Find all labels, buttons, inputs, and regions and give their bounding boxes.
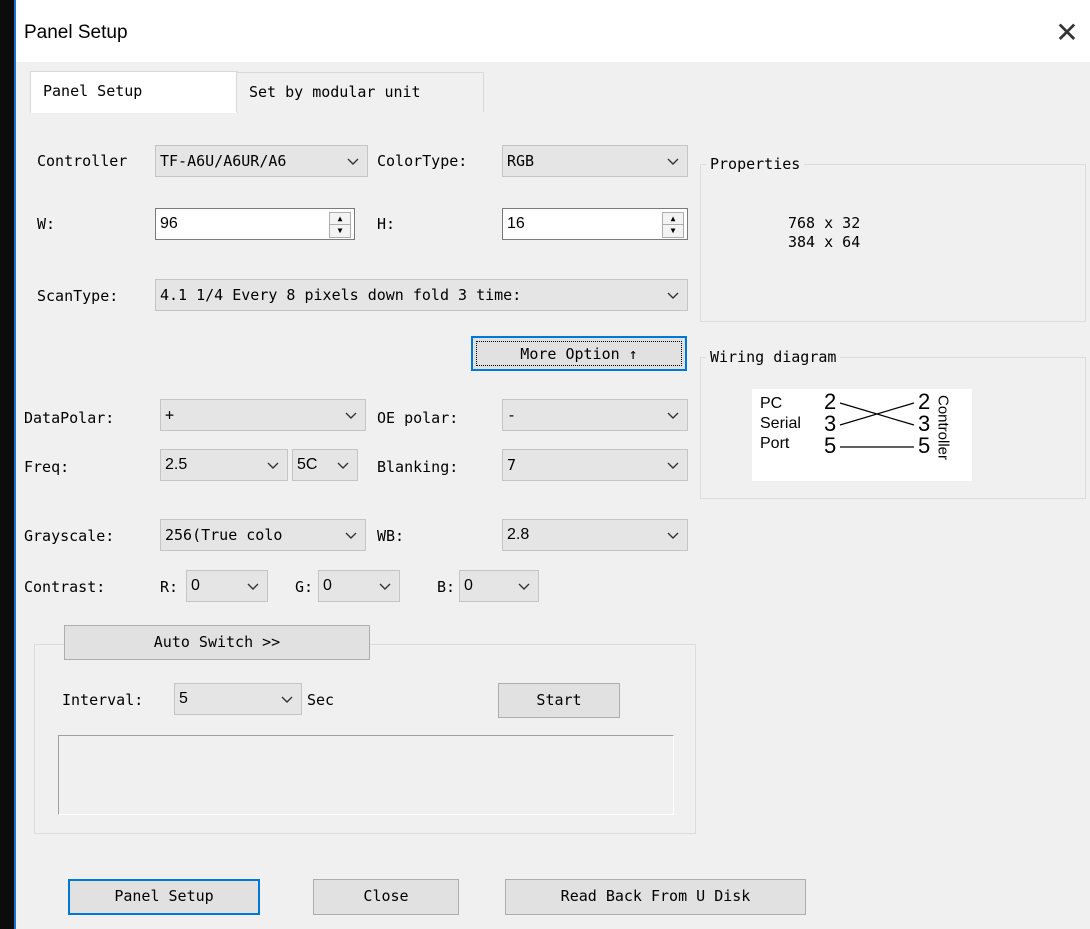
auto-switch-button[interactable]: Auto Switch >> <box>64 625 370 660</box>
spin-up-icon[interactable]: ▲ <box>330 213 350 225</box>
oe-polar-value: - <box>507 406 517 424</box>
blanking-value: 7 <box>507 456 517 474</box>
contrast-g-select[interactable]: 0 <box>318 570 400 602</box>
close-button[interactable]: Close <box>313 879 459 915</box>
contrast-r-value: 0 <box>191 577 200 594</box>
interval-select[interactable]: 5 <box>174 683 302 715</box>
scan-type-label: ScanType: <box>37 287 119 305</box>
chevron-down-icon <box>665 284 683 306</box>
tab-panel-setup[interactable]: Panel Setup <box>30 71 238 113</box>
properties-line: 768 x 32 <box>788 214 861 232</box>
spinner-buttons[interactable]: ▲ ▼ <box>329 212 351 238</box>
chevron-down-icon <box>245 575 263 597</box>
data-polar-label: DataPolar: <box>24 409 115 427</box>
height-label: H: <box>377 215 396 233</box>
blanking-select[interactable]: 7 <box>502 449 688 481</box>
wiring-controller-label: Controller <box>934 394 952 461</box>
scan-type-select[interactable]: 4.1 1/4 Every 8 pixels down fold 3 time: <box>155 279 688 311</box>
background-window-edge <box>0 0 14 929</box>
controller-label: Controller <box>37 152 128 170</box>
data-polar-value: + <box>165 406 175 424</box>
freq-value: 2.5 <box>165 456 188 473</box>
chevron-down-icon <box>335 454 353 476</box>
data-polar-select[interactable]: + <box>160 399 366 431</box>
width-spinner[interactable]: 96 ▲ ▼ <box>155 208 355 240</box>
status-text-area[interactable] <box>58 735 674 815</box>
chevron-down-icon <box>665 404 683 426</box>
read-back-from-u-disk-button[interactable]: Read Back From U Disk <box>505 879 806 915</box>
chevron-down-icon <box>343 404 361 426</box>
contrast-b-value: 0 <box>464 577 473 594</box>
properties-line: 384 x 64 <box>788 233 861 251</box>
wb-label: WB: <box>377 527 405 545</box>
wiring-lines <box>839 402 915 448</box>
width-label: W: <box>37 215 56 233</box>
chevron-down-icon <box>345 150 363 172</box>
freq-label: Freq: <box>24 458 70 476</box>
panel-setup-button[interactable]: Panel Setup <box>68 879 260 915</box>
chevron-down-icon <box>343 524 361 546</box>
chevron-down-icon <box>279 688 297 710</box>
tab-set-by-modular-unit[interactable]: Set by modular unit <box>236 72 484 112</box>
color-type-value: RGB <box>507 152 535 170</box>
contrast-label: Contrast: <box>24 578 106 596</box>
start-button[interactable]: Start <box>498 683 620 718</box>
spin-up-icon[interactable]: ▲ <box>663 213 683 225</box>
freq-second-select[interactable]: 5C <box>292 449 358 481</box>
wb-select[interactable]: 2.8 <box>502 519 688 551</box>
chevron-down-icon <box>665 150 683 172</box>
contrast-g-value: 0 <box>323 577 332 594</box>
contrast-b-select[interactable]: 0 <box>459 570 539 602</box>
wiring-left-label: Serial <box>760 415 801 432</box>
grayscale-select[interactable]: 256(True colo <box>160 519 366 551</box>
contrast-g-label: G: <box>295 578 314 596</box>
controller-select[interactable]: TF-A6U/A6UR/A6 <box>155 145 368 177</box>
close-icon[interactable]: ✕ <box>1052 18 1082 48</box>
wiring-pin: 5 <box>824 433 837 458</box>
width-value: 96 <box>160 215 178 232</box>
chevron-down-icon <box>516 575 534 597</box>
interval-unit: Sec <box>307 691 335 709</box>
wiring-diagram-title: Wiring diagram <box>706 348 841 366</box>
chevron-down-icon <box>665 524 683 546</box>
wiring-left-label: Port <box>760 435 790 452</box>
color-type-select[interactable]: RGB <box>502 145 688 177</box>
oe-polar-select[interactable]: - <box>502 399 688 431</box>
height-value: 16 <box>507 215 525 232</box>
controller-value: TF-A6U/A6UR/A6 <box>160 152 287 170</box>
freq-second-value: 5C <box>297 456 318 473</box>
wb-value: 2.8 <box>507 526 530 543</box>
grayscale-value: 256(True colo <box>165 526 283 544</box>
contrast-r-label: R: <box>160 578 179 596</box>
spin-down-icon[interactable]: ▼ <box>330 225 350 236</box>
tab-label: Set by modular unit <box>249 83 421 101</box>
interval-value: 5 <box>179 690 188 707</box>
title-bar[interactable] <box>16 0 1090 62</box>
tab-label: Panel Setup <box>43 82 143 100</box>
oe-polar-label: OE polar: <box>377 409 459 427</box>
chevron-down-icon <box>377 575 395 597</box>
wiring-diagram-image: PC Serial Port 2 3 5 2 3 5 Controller <box>752 389 972 481</box>
chevron-down-icon <box>265 454 283 476</box>
wiring-pin: 5 <box>918 433 931 458</box>
more-option-label: More Option ↑ <box>476 341 682 366</box>
interval-label: Interval: <box>62 691 144 709</box>
wiring-left-label: PC <box>760 395 783 412</box>
spin-down-icon[interactable]: ▼ <box>663 225 683 236</box>
grayscale-label: Grayscale: <box>24 527 115 545</box>
scan-type-value: 4.1 1/4 Every 8 pixels down fold 3 time: <box>160 286 522 304</box>
spinner-buttons[interactable]: ▲ ▼ <box>662 212 684 238</box>
contrast-r-select[interactable]: 0 <box>186 570 268 602</box>
blanking-label: Blanking: <box>377 458 459 476</box>
properties-title: Properties <box>706 155 805 173</box>
more-option-button[interactable]: More Option ↑ <box>471 336 687 371</box>
window-title: Panel Setup <box>24 22 128 43</box>
chevron-down-icon <box>665 454 683 476</box>
color-type-label: ColorType: <box>377 152 468 170</box>
freq-select[interactable]: 2.5 <box>160 449 288 481</box>
properties-group <box>700 164 1086 322</box>
contrast-b-label: B: <box>437 578 456 596</box>
height-spinner[interactable]: 16 ▲ ▼ <box>502 208 688 240</box>
